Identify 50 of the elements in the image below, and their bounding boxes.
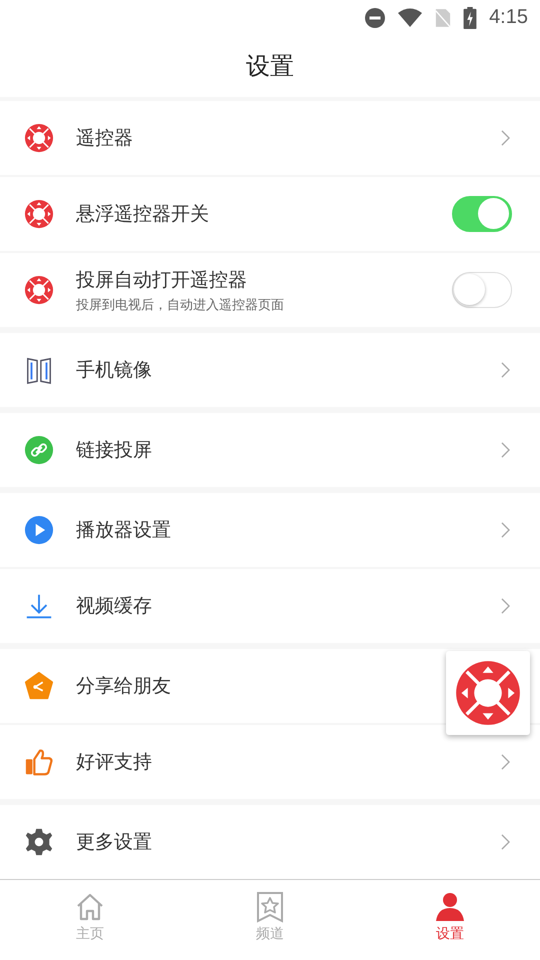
share-icon [24,671,54,702]
row-label: 分享给朋友 [76,674,172,700]
settings-row[interactable]: 更多设置 [0,805,540,880]
remote-control-icon [24,275,54,306]
thumbs-up-icon [24,747,54,778]
remote-control-icon [454,659,522,727]
floating-remote-button[interactable] [446,651,530,735]
remote-control-icon [24,123,54,154]
settings-icon [24,827,54,858]
wifi-icon [397,8,424,28]
page-title: 设置 [246,51,294,82]
status-time: 4:15 [489,6,528,29]
settings-row[interactable]: 投屏自动打开遥控器 投屏到电视后，自动进入遥控器页面 [0,253,540,328]
settings-row[interactable]: 链接投屏 [0,413,540,488]
settings-row[interactable]: 好评支持 [0,725,540,800]
row-label: 链接投屏 [76,438,153,464]
settings-row[interactable]: 手机镜像 [0,333,540,408]
row-label: 手机镜像 [76,358,153,384]
play-icon [24,515,54,546]
chevron-icon [501,442,510,458]
row-label: 更多设置 [76,830,153,856]
settings-row[interactable]: 播放器设置 [0,493,540,568]
settings-row[interactable]: 遥控器 [0,101,540,176]
no-sim-icon [435,8,452,28]
do-not-disturb-icon [365,8,386,28]
battery-charging-icon [463,6,478,28]
settings-row[interactable]: 分享给朋友 [0,649,440,724]
chevron-icon [501,522,510,538]
row-subtitle: 投屏到电视后，自动进入遥控器页面 [76,296,285,314]
bookmark-star-icon [254,891,286,924]
row-label: 投屏自动打开遥控器 [76,268,248,293]
settings-row[interactable]: 悬浮遥控器开关 [0,177,540,252]
toggle-switch[interactable] [452,272,512,308]
remote-control-icon [24,199,54,230]
row-label: 好评支持 [76,750,153,776]
chevron-icon [501,130,510,146]
chevron-icon [501,754,510,770]
row-label: 悬浮遥控器开关 [76,202,210,228]
nav-tab[interactable]: 设置 [360,880,540,960]
settings-row[interactable]: 视频缓存 [0,569,540,644]
chevron-icon [501,362,510,378]
chevron-icon [501,834,510,850]
link-icon [24,435,54,466]
row-label: 视频缓存 [76,594,153,620]
row-label: 遥控器 [76,126,134,152]
user-icon [434,891,466,924]
toggle-switch[interactable] [452,196,512,232]
chevron-icon [501,598,510,614]
row-label: 播放器设置 [76,518,172,544]
mirror-panels-icon [24,355,54,386]
